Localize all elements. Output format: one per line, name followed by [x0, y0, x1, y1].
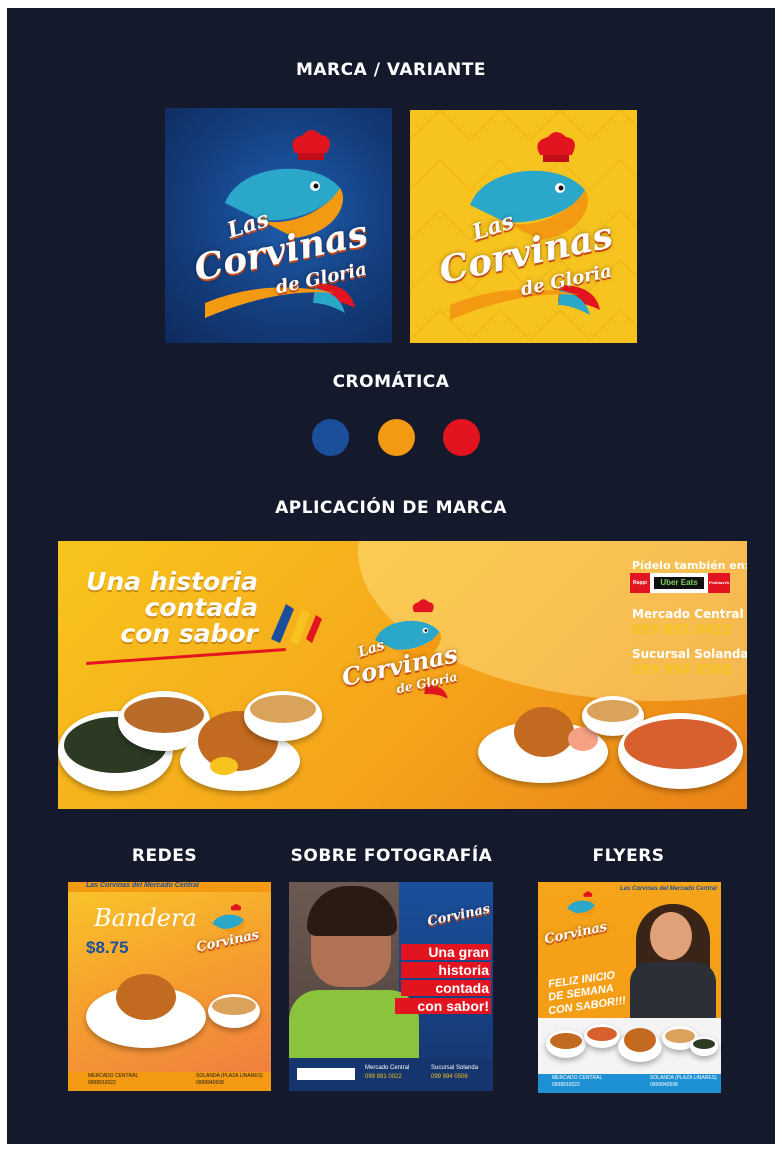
flyer-food-strip	[538, 1018, 721, 1074]
flyer-footer-right-phone: 0999940508	[650, 1082, 678, 1088]
flyer-woman-face	[650, 912, 692, 960]
social-post-header-text: Las Corvinas del Mercado Central	[86, 882, 199, 889]
photo-message-line3: contada	[401, 980, 491, 996]
application-heading: APLICACIÓN DE MARCA	[275, 498, 507, 518]
brushstroke-accent-icon	[271, 604, 322, 645]
branch1-phone: 099 891 0022	[632, 623, 732, 638]
logo-yellow-variant: Las Corvinas de Gloria	[410, 110, 637, 343]
branch1-name: Mercado Central	[632, 607, 744, 621]
colors-heading: CROMÁTICA	[332, 372, 450, 392]
social-footer-left: MERCADO CENTRAL	[88, 1073, 139, 1079]
pedidosya-logo: PedidosYa	[708, 573, 730, 593]
color-swatch-red	[443, 419, 480, 456]
social-heading: REDES	[131, 846, 198, 866]
photo-branch1-phone: 099 891 0022	[365, 1074, 402, 1080]
social-footer-right-phone: 0999940508	[196, 1080, 224, 1086]
also-order-label: Pídelo también en:	[632, 559, 747, 572]
social-post-thumbnail: Las Corvinas del Mercado Central Bandera…	[68, 882, 271, 1091]
social-post-price: $8.75	[86, 938, 129, 957]
ubereats-logo: Uber Eats	[654, 577, 704, 589]
photo-branch2-phone: 099 994 0508	[431, 1074, 468, 1080]
flyer-footer-left-phone: 0998910022	[552, 1082, 580, 1088]
photo-branch2-name: Sucursal Solanda	[431, 1065, 479, 1071]
flyer-header-text: Las Corvinas del Mercado Central	[620, 886, 717, 892]
logo-blue-variant: Las Corvinas de Gloria	[165, 108, 392, 343]
social-post-side-bowl	[208, 994, 260, 1028]
brand-banner: Una historia contada con sabor Las Corvi…	[58, 541, 747, 809]
color-swatch-orange	[378, 419, 415, 456]
banner-slogan-line2: contada	[144, 593, 258, 622]
color-swatch-blue	[312, 419, 349, 456]
photo-message-line4: con sabor!	[395, 998, 491, 1014]
flyers-heading: FLYERS	[592, 846, 665, 866]
photo-branch1-name: Mercado Central	[365, 1065, 410, 1071]
social-post-plate	[86, 974, 206, 1048]
toasted-corn-bowl	[244, 691, 322, 741]
photo-heading: SOBRE FOTOGRAFÍA	[290, 846, 493, 866]
photo-message-line1: Una gran	[401, 944, 491, 960]
flyer-thumbnail: Las Corvinas del Mercado Central Corvina…	[538, 882, 721, 1093]
flyer-footer-left: MERCADO CENTRAL	[552, 1075, 603, 1081]
delivery-apps-strip	[297, 1068, 355, 1080]
branch2-name: Sucursal Solanda	[632, 647, 747, 661]
presentation-board: MARCA / VARIANTE Las Corvinas de Gloria	[7, 8, 775, 1144]
delivery-apps-strip: Rappi Uber Eats PedidosYa	[630, 573, 730, 593]
fish-plate	[478, 707, 608, 783]
social-footer-right: SOLANDA (PLAZA LINARES)	[196, 1073, 263, 1079]
photo-message-line2: historia	[401, 962, 491, 978]
rappi-logo: Rappi	[630, 573, 650, 593]
seafood-soup-bowl	[618, 713, 743, 789]
brand-variant-heading: MARCA / VARIANTE	[295, 60, 486, 80]
flyer-woman-sweater	[630, 962, 716, 1018]
banner-slogan-line1: Una historia	[86, 567, 258, 596]
social-footer-left-phone: 0998910022	[88, 1080, 116, 1086]
chef-hair	[307, 886, 397, 936]
photo-post-thumbnail: Corvinas Una gran historia contada con s…	[289, 882, 493, 1091]
flyer-footer-right: SOLANDA (PLAZA LINARES)	[650, 1075, 717, 1081]
social-post-dish: Bandera	[94, 904, 197, 932]
branch2-phone: 099 994 0508	[632, 663, 732, 678]
slogan-underline	[86, 648, 286, 665]
banner-slogan-line3: con sabor	[120, 619, 258, 648]
